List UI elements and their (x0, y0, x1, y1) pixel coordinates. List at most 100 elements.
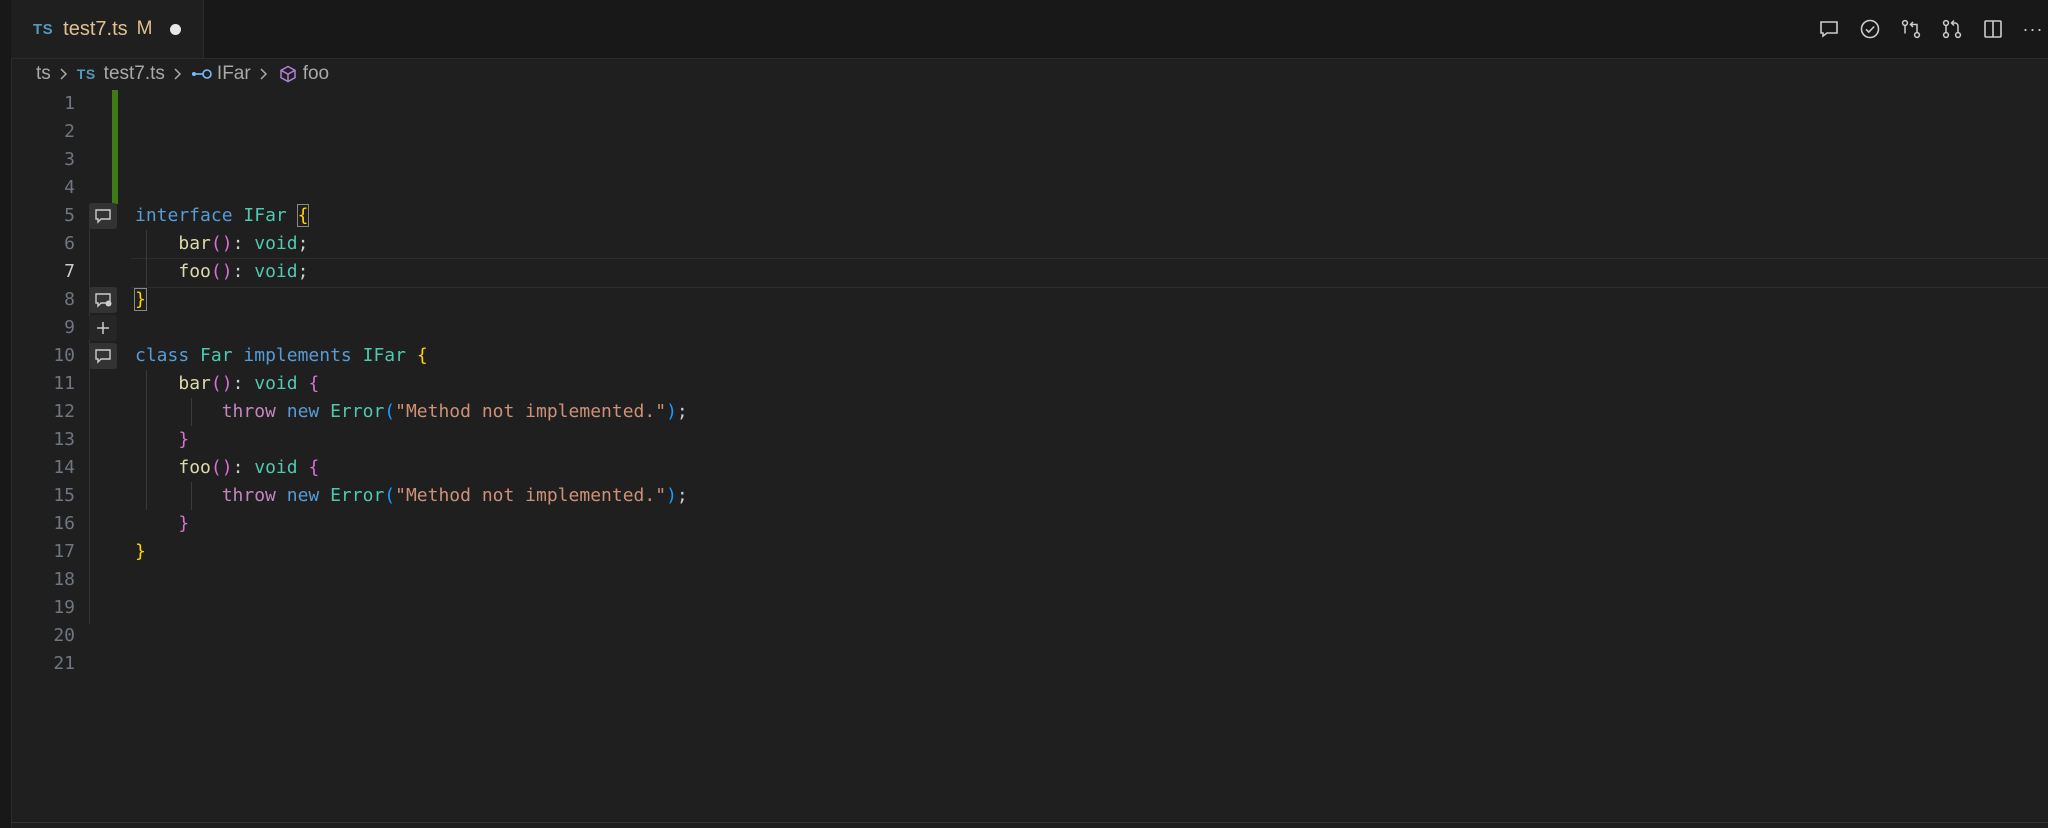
token-bracket: ) (666, 485, 677, 506)
token-type: void (254, 457, 298, 478)
token-keyword: new (286, 401, 320, 422)
breadcrumb-file-label: test7.ts (103, 63, 165, 84)
token-bracket: () (210, 373, 233, 394)
token-control-keyword: throw (221, 485, 276, 506)
breadcrumb-interface-label: IFar (216, 63, 251, 84)
pull-request-icon[interactable] (1940, 17, 1964, 41)
typescript-file-icon: TS (76, 66, 96, 82)
token-keyword: new (286, 485, 320, 506)
token-type: void (254, 233, 298, 254)
token-bracket: { (308, 457, 320, 478)
line-number: 18 (53, 569, 75, 590)
chevron-right-icon (257, 66, 271, 82)
token-bracket: () (210, 233, 233, 254)
line-number: 9 (64, 317, 75, 338)
code-line-12: throw new Error("Method not implemented.… (221, 401, 688, 422)
tab-file-name: test7.ts (63, 17, 128, 40)
line-number: 19 (53, 597, 75, 618)
chevron-right-icon (171, 66, 185, 82)
code-line-5: interface IFar { (135, 202, 310, 230)
token-bracket: { (296, 204, 310, 227)
more-actions-glyph: ··· (2022, 18, 2044, 39)
token-bracket: } (178, 513, 190, 534)
token-bracket: { (308, 373, 320, 394)
line-number: 15 (53, 485, 75, 506)
modified-indicator: M (136, 18, 153, 39)
line-number: 1 (64, 93, 75, 114)
code-editor[interactable]: 1 2 3 4 5 6 7 8 9 10 11 12 13 14 15 16 1… (11, 90, 2048, 828)
interface-symbol-icon (191, 65, 213, 83)
token-bracket: ) (666, 401, 677, 422)
breadcrumb: ts TS test7.ts IFar foo (36, 58, 329, 90)
token-bracket: } (135, 541, 146, 562)
token-keyword: class (135, 345, 190, 366)
token-bracket: { (416, 345, 428, 366)
breadcrumb-interface[interactable]: IFar (191, 63, 251, 85)
method-symbol-icon (277, 65, 299, 83)
breadcrumb-folder-label: ts (36, 63, 51, 84)
comment-range-rail (89, 204, 90, 624)
token-keyword: interface (135, 205, 233, 226)
code-line-11: bar(): void { (178, 373, 320, 394)
token-bracket: () (210, 457, 233, 478)
token-method: bar (178, 233, 211, 254)
code-line-16: } (135, 510, 189, 538)
line-number: 12 (53, 401, 75, 422)
current-line-highlight (131, 258, 2048, 288)
more-icon[interactable]: ··· (2022, 17, 2044, 41)
editor-toolbar: ··· (1817, 0, 2048, 58)
line-number: 6 (64, 233, 75, 254)
code-line-7: foo(): void; (178, 261, 309, 282)
check-icon[interactable] (1858, 17, 1882, 41)
token-type: void (254, 373, 298, 394)
token-bracket: () (210, 261, 233, 282)
token-bracket: } (134, 288, 147, 311)
code-line-13: } (135, 426, 189, 454)
code-line-8: } (134, 286, 147, 314)
unsaved-dot-icon[interactable] (170, 23, 182, 35)
token-string: "Method not implemented." (395, 485, 667, 506)
tab-bar: TS test7.ts M ··· (11, 0, 2048, 59)
breadcrumb-file[interactable]: TS test7.ts (77, 63, 165, 85)
token-type: void (254, 261, 298, 282)
line-number: 3 (64, 149, 75, 170)
token-method: foo (178, 457, 211, 478)
editor-bottom-border (11, 822, 2048, 823)
tab-test7-ts[interactable]: TS test7.ts M (11, 0, 204, 58)
token-type: IFar (243, 205, 287, 226)
token-bracket: } (178, 429, 190, 450)
line-number: 13 (53, 429, 75, 450)
line-number: 17 (53, 541, 75, 562)
code-line-10: class Far implements IFar { (135, 342, 428, 370)
token-bracket: ( (384, 401, 396, 422)
line-number: 4 (64, 177, 75, 198)
code-line-17: } (135, 538, 146, 566)
breadcrumb-method[interactable]: foo (277, 63, 329, 85)
git-added-lines-indicator[interactable] (112, 90, 118, 204)
comment-unresolved-icon[interactable] (89, 287, 117, 313)
token-method: bar (178, 373, 211, 394)
token-bracket: ( (384, 485, 396, 506)
chevron-right-icon (57, 66, 71, 82)
token-type: Error (330, 485, 385, 506)
line-number: 8 (64, 289, 75, 310)
line-number-active: 7 (64, 261, 75, 282)
comment-icon[interactable] (1817, 17, 1841, 41)
token-string: "Method not implemented." (395, 401, 667, 422)
token-type: Far (200, 345, 233, 366)
line-number: 2 (64, 121, 75, 142)
code-line-14: foo(): void { (178, 457, 320, 478)
breadcrumb-method-label: foo (302, 63, 330, 84)
comment-thread-icon[interactable] (89, 343, 117, 369)
token-method: foo (178, 261, 211, 282)
line-number: 16 (53, 513, 75, 534)
compare-changes-icon[interactable] (1899, 17, 1923, 41)
token-type: Error (330, 401, 385, 422)
split-editor-icon[interactable] (1981, 17, 2005, 41)
line-number: 10 (53, 345, 75, 366)
line-number: 20 (53, 625, 75, 646)
breadcrumb-folder[interactable]: ts (36, 63, 51, 85)
typescript-file-icon: TS (33, 20, 54, 38)
add-comment-icon[interactable] (89, 315, 117, 341)
comment-thread-icon[interactable] (89, 203, 117, 229)
